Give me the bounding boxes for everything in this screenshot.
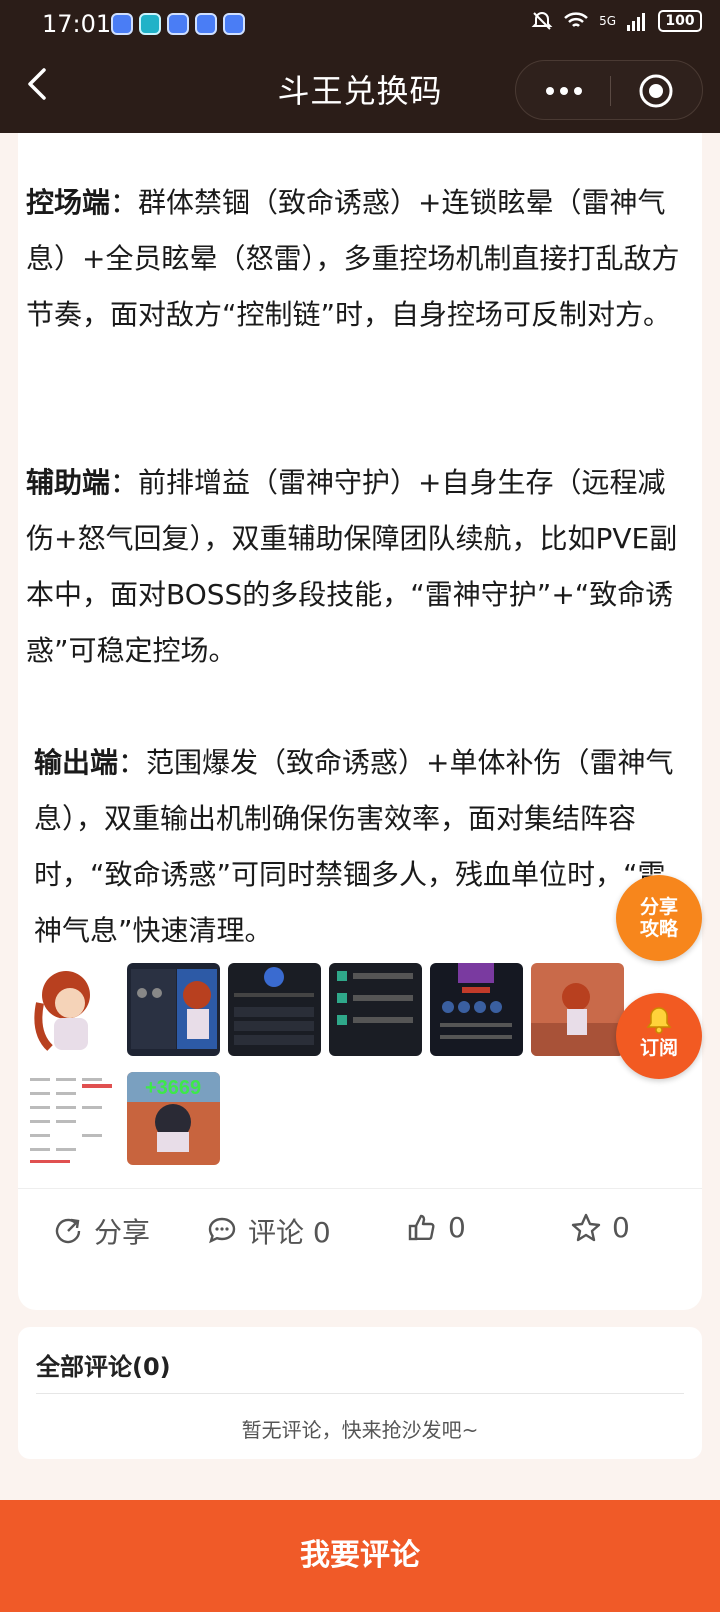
share-action-label: 分享 xyxy=(94,1216,151,1249)
app-notification-icon xyxy=(111,13,133,35)
gallery-image[interactable] xyxy=(26,1072,119,1165)
thumbs-up-icon xyxy=(408,1214,435,1240)
book-app-icon xyxy=(139,13,161,35)
comment-action-button[interactable]: 评论 0 xyxy=(206,1211,331,1251)
close-target-icon[interactable] xyxy=(638,73,674,109)
network-label: 5G xyxy=(599,14,616,28)
paragraph-label: 控场端 xyxy=(26,186,111,219)
bell-icon xyxy=(646,1007,672,1034)
gallery-image[interactable]: +3669 xyxy=(127,1072,220,1165)
favorite-action-button[interactable]: 0 xyxy=(570,1211,630,1244)
gallery-image[interactable] xyxy=(26,963,119,1056)
subscribe-float-button[interactable]: 订阅 xyxy=(616,993,702,1079)
paragraph-text: ：群体禁锢（致命诱惑）+连锁眩晕（雷神气息）+全员眩晕（怒雷），多重控场机制直接… xyxy=(26,186,680,331)
favorite-count: 0 xyxy=(612,1211,630,1244)
nav-bar: 斗王兑换码 xyxy=(0,52,720,130)
status-time: 17:01 xyxy=(42,10,112,38)
comments-section: 全部评论(0) 暂无评论，快来抢沙发吧~ xyxy=(18,1327,702,1459)
paragraph-text: ：前排增益（雷神守护）+自身生存（远程减伤+怒气回复），双重辅助保障团队续航，比… xyxy=(26,466,678,667)
app-notification-icon xyxy=(167,13,189,35)
share-guide-float-button[interactable]: 分享 攻略 xyxy=(616,875,702,961)
paragraph-text: ：范围爆发（致命诱惑）+单体补伤（雷神气息），双重输出机制确保伤害效率，面对集结… xyxy=(34,746,674,947)
top-bar: 17:01 5G 100 斗王兑换码 xyxy=(0,0,720,133)
gallery-image[interactable] xyxy=(228,963,321,1056)
paragraph-support: 辅助端：前排增益（雷神守护）+自身生存（远程减伤+怒气回复），双重辅助保障团队续… xyxy=(26,455,686,679)
capsule-divider xyxy=(610,76,611,106)
app-notification-icon xyxy=(195,13,217,35)
wifi-icon xyxy=(564,12,588,27)
share-icon xyxy=(55,1218,81,1244)
subscribe-label: 订阅 xyxy=(639,1037,678,1059)
gallery-image[interactable] xyxy=(329,963,422,1056)
status-bar: 17:01 5G 100 xyxy=(0,0,720,48)
comment-icon xyxy=(208,1217,236,1244)
gallery-image[interactable] xyxy=(430,963,523,1056)
mute-bell-icon xyxy=(531,11,553,30)
comments-header: 全部评论(0) xyxy=(36,1353,171,1381)
comments-empty-text: 暂无评论，快来抢沙发吧~ xyxy=(241,1418,479,1442)
gallery-image[interactable] xyxy=(531,963,624,1056)
paragraph-label: 辅助端 xyxy=(26,466,111,499)
share-guide-line2: 攻略 xyxy=(639,918,678,940)
share-action-button[interactable]: 分享 xyxy=(52,1211,150,1251)
signal-icon xyxy=(627,13,645,31)
more-icon[interactable] xyxy=(544,81,584,101)
write-comment-button[interactable]: 我要评论 xyxy=(0,1500,720,1612)
damage-number: +3669 xyxy=(145,1077,201,1099)
status-right: 5G 100 xyxy=(531,10,702,32)
paragraph-control: 控场端：群体禁锢（致命诱惑）+连锁眩晕（雷神气息）+全员眩晕（怒雷），多重控场机… xyxy=(26,175,686,343)
share-guide-line1: 分享 xyxy=(639,896,678,918)
gallery-image[interactable] xyxy=(127,963,220,1056)
star-icon xyxy=(571,1213,601,1241)
comment-action-label: 评论 0 xyxy=(248,1216,331,1249)
like-count: 0 xyxy=(448,1211,466,1244)
paragraph-output: 输出端：范围爆发（致命诱惑）+单体补伤（雷神气息），双重输出机制确保伤害效率，面… xyxy=(26,735,686,959)
comments-divider xyxy=(36,1393,684,1394)
battery-icon: 100 xyxy=(658,10,702,32)
paragraph-label: 输出端 xyxy=(34,746,119,779)
like-action-button[interactable]: 0 xyxy=(406,1211,466,1244)
notification-icons xyxy=(111,13,245,35)
article-card: 控场端：群体禁锢（致命诱惑）+连锁眩晕（雷神气息）+全员眩晕（怒雷），多重控场机… xyxy=(18,133,702,1310)
app-notification-icon xyxy=(223,13,245,35)
miniprogram-capsule xyxy=(515,60,703,120)
action-bar: 分享 评论 0 0 0 xyxy=(18,1188,702,1278)
